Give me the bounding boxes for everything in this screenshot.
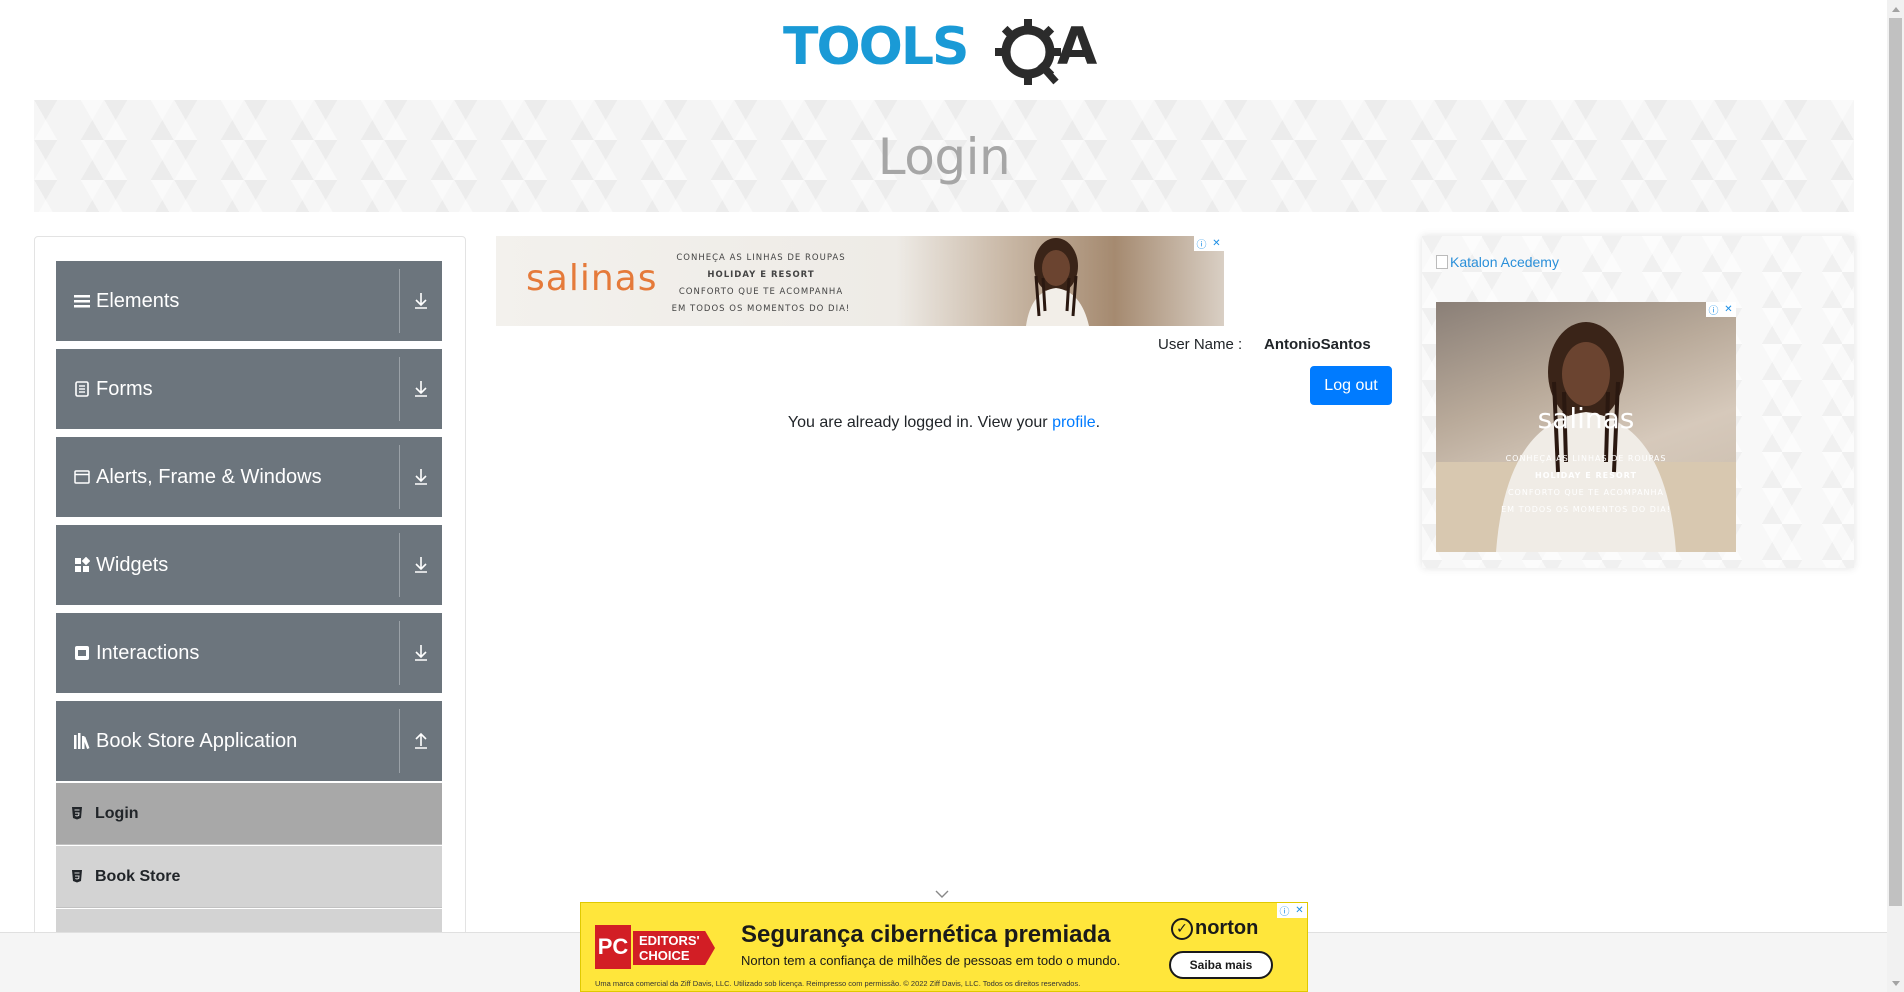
side-ad-banner[interactable]: salinas CONHEÇA AS LINHAS DE ROUPAS HOLI…: [1436, 302, 1736, 552]
editors-choice-badge: EDITORS' CHOICE: [633, 931, 715, 965]
katalon-academy-image[interactable]: Katalon Acedemy: [1436, 254, 1559, 270]
norton-logo: ✓ norton: [1171, 917, 1258, 940]
sidebar-group-elements[interactable]: Elements: [56, 261, 442, 341]
list-icon: [73, 292, 91, 310]
books-icon: [73, 732, 91, 750]
broken-image-icon: [1436, 255, 1448, 269]
download-arrow-icon[interactable]: [410, 641, 432, 665]
html5-icon: [71, 869, 85, 885]
sidebar-group-alerts[interactable]: Alerts, Frame & Windows: [56, 437, 442, 517]
sidebar-group-label: Book Store Application: [96, 729, 298, 752]
ad-model-image: [1001, 236, 1111, 326]
page-banner: Login: [34, 100, 1854, 212]
sidebar-group-label: Elements: [96, 289, 180, 312]
top-ad-banner[interactable]: salinas CONHEÇA AS LINHAS DE ROUPAS HOLI…: [496, 236, 1224, 326]
sidebar-item-label: Book Store: [95, 867, 181, 885]
checkmark-icon: ✓: [1171, 917, 1193, 940]
sidebar-group-label: Alerts, Frame & Windows: [96, 465, 322, 488]
ad-fine-print: Uma marca comercial da Ziff Davis, LLC. …: [595, 979, 1081, 988]
page-title: Login: [877, 128, 1011, 186]
sidebar-group-book-store-application[interactable]: Book Store Application: [56, 701, 442, 781]
sidebar-item-book-store[interactable]: Book Store: [56, 846, 442, 908]
divider: [399, 445, 400, 509]
sidebar-item-login[interactable]: Login: [56, 783, 442, 845]
scroll-up-arrow-icon[interactable]: [1887, 0, 1904, 17]
adchoices-icon[interactable]: ⓘ: [1277, 903, 1292, 918]
html5-icon: [71, 806, 85, 822]
scrollbar-thumb[interactable]: [1889, 18, 1902, 906]
username-label: User Name :: [1158, 336, 1243, 353]
close-icon[interactable]: ✕: [1209, 236, 1224, 251]
profile-link[interactable]: profile: [1052, 414, 1096, 431]
sidebar-group-interactions[interactable]: Interactions: [56, 613, 442, 693]
svg-text:TOOLS: TOOLS: [783, 17, 967, 77]
sidebar-group-label: Forms: [96, 377, 153, 400]
ad-brand: salinas: [1537, 402, 1635, 435]
download-arrow-icon[interactable]: [410, 377, 432, 401]
ad-text: CONHEÇA AS LINHAS DE ROUPAS HOLIDAY E RE…: [671, 253, 851, 314]
bottom-ad-banner[interactable]: PC EDITORS' CHOICE Segurança cibernética…: [580, 902, 1308, 992]
ad-brand: salinas: [526, 258, 658, 299]
svg-text:A: A: [1057, 17, 1097, 77]
adchoices-icon[interactable]: ⓘ: [1194, 236, 1209, 251]
sidebar-group-label: Interactions: [96, 641, 200, 664]
ad-controls: ⓘ ✕: [1706, 302, 1736, 317]
sidebar: Elements Forms Alerts, Frame & Windows W…: [34, 236, 466, 992]
upload-arrow-icon[interactable]: [410, 729, 432, 753]
download-arrow-icon[interactable]: [410, 553, 432, 577]
logout-button[interactable]: Log out: [1310, 366, 1392, 405]
scroll-down-arrow-icon[interactable]: [1887, 975, 1904, 992]
ad-subline: Norton tem a confiança de milhões de pes…: [741, 953, 1121, 968]
toolsqa-logo[interactable]: TOOLS A: [783, 14, 1108, 90]
download-arrow-icon[interactable]: [410, 289, 432, 313]
ad-text: CONHEÇA AS LINHAS DE ROUPAS HOLIDAY E RE…: [1501, 454, 1671, 514]
divider: [399, 533, 400, 597]
divider: [399, 269, 400, 333]
sidebar-group-widgets[interactable]: Widgets: [56, 525, 442, 605]
username-value: AntonioSantos: [1264, 336, 1371, 353]
window-icon: [73, 468, 91, 486]
pcmag-logo: PC: [595, 925, 631, 969]
sidebar-item-label: Login: [95, 804, 139, 822]
learn-more-button[interactable]: Saiba mais: [1169, 951, 1273, 979]
ad-controls: ⓘ ✕: [1277, 903, 1307, 918]
download-arrow-icon[interactable]: [410, 465, 432, 489]
widgets-icon: [73, 556, 91, 574]
interactions-icon: [73, 644, 91, 662]
chevron-down-icon[interactable]: [934, 886, 950, 898]
side-ad-panel: Katalon Acedemy salinas CONHEÇA AS LINHA…: [1422, 236, 1854, 568]
vertical-scrollbar[interactable]: [1887, 0, 1904, 992]
divider: [399, 709, 400, 773]
close-icon[interactable]: ✕: [1292, 903, 1307, 918]
divider: [399, 357, 400, 421]
sidebar-group-label: Widgets: [96, 553, 169, 576]
ad-controls: ⓘ ✕: [1194, 236, 1224, 251]
ad-headline: Segurança cibernética premiada: [741, 921, 1111, 948]
close-icon[interactable]: ✕: [1721, 302, 1736, 317]
form-icon: [73, 380, 91, 398]
divider: [399, 621, 400, 685]
adchoices-icon[interactable]: ⓘ: [1706, 302, 1721, 317]
